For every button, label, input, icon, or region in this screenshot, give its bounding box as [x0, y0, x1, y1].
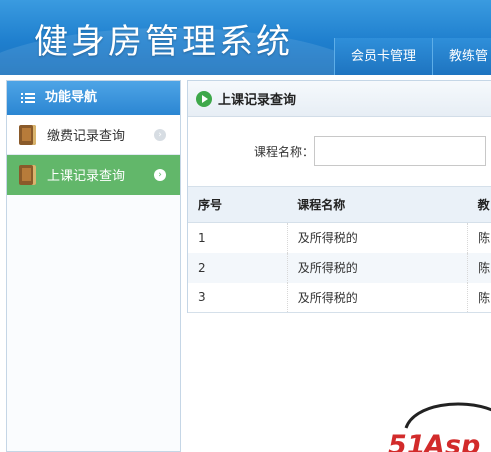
book-icon	[19, 164, 36, 185]
list-icon	[21, 92, 35, 104]
sidebar-heading: 功能导航	[7, 81, 180, 115]
table-row[interactable]: 3 及所得税的 陈	[188, 282, 491, 313]
app-title: 健身房管理系统	[34, 22, 293, 62]
tab-member-card[interactable]: 会员卡管理	[334, 38, 433, 75]
chevron-right-icon: ›	[154, 169, 166, 181]
play-icon	[196, 90, 212, 107]
svg-text:Asp: Asp	[422, 430, 480, 452]
table-row[interactable]: 1 及所得税的 陈	[188, 222, 491, 253]
book-icon	[19, 124, 36, 145]
main-panel: 上课记录查询 课程名称： 序号 课程名称 教 1 及所得税的 陈 2 及所得税的…	[187, 80, 491, 313]
cell-course: 及所得税的	[287, 222, 469, 253]
chevron-right-icon: ›	[154, 129, 166, 141]
cell-coach: 陈	[467, 282, 491, 313]
table-row[interactable]: 2 及所得税的 陈	[188, 252, 491, 283]
sidebar-heading-label: 功能导航	[45, 90, 98, 105]
column-header-coach: 教	[467, 186, 491, 223]
cell-index: 2	[188, 252, 288, 283]
top-navigation: 会员卡管理 教练管	[334, 38, 491, 75]
search-row: 课程名称：	[188, 135, 491, 166]
svg-text:51: 51	[388, 430, 426, 452]
cell-index: 3	[188, 282, 288, 313]
cell-index: 1	[188, 222, 288, 253]
cell-course: 及所得税的	[287, 282, 469, 313]
course-name-label: 课程名称：	[254, 145, 315, 159]
panel-header: 上课记录查询	[188, 81, 491, 117]
table-header-row: 序号 课程名称 教	[188, 186, 491, 223]
watermark-logo: 51 Asp	[388, 402, 491, 452]
cell-coach: 陈	[467, 252, 491, 283]
sidebar-item-label: 上课记录查询	[47, 169, 126, 184]
cell-coach: 陈	[467, 222, 491, 253]
app-header: 健身房管理系统 会员卡管理 教练管	[0, 0, 491, 75]
sidebar-item-payment-records[interactable]: 缴费记录查询 ›	[7, 115, 180, 155]
course-name-input[interactable]	[314, 136, 486, 166]
sidebar: 功能导航 缴费记录查询 › 上课记录查询 ›	[6, 80, 181, 452]
sidebar-item-class-records[interactable]: 上课记录查询 ›	[7, 155, 180, 195]
tab-coach[interactable]: 教练管	[432, 38, 491, 75]
records-table: 序号 课程名称 教 1 及所得税的 陈 2 及所得税的 陈 3 及所得税的 陈	[188, 186, 491, 313]
cell-course: 及所得税的	[287, 252, 469, 283]
page-title: 上课记录查询	[218, 93, 297, 108]
sidebar-item-label: 缴费记录查询	[47, 129, 126, 144]
column-header-index: 序号	[188, 186, 288, 223]
column-header-course: 课程名称	[287, 186, 468, 223]
